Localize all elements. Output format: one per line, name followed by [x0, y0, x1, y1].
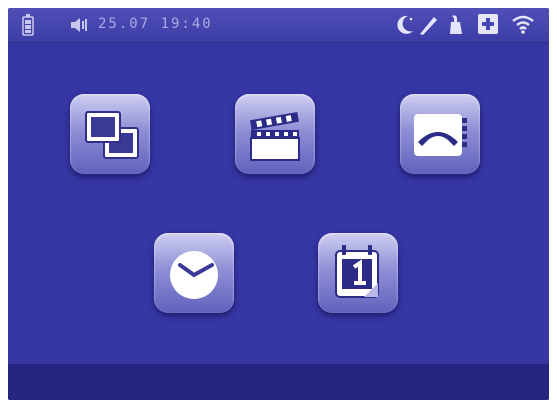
app-clock[interactable] — [154, 233, 234, 313]
app-phonebook[interactable] — [400, 94, 480, 174]
app-calendar[interactable] — [318, 233, 398, 313]
status-bar: 25.07 19:40 — [8, 8, 549, 43]
app-video[interactable] — [235, 94, 315, 174]
bottom-bar — [8, 364, 549, 400]
wifi-icon[interactable] — [511, 14, 535, 38]
edit-icon[interactable] — [418, 14, 438, 40]
device-screen: 25.07 19:40 — [8, 8, 549, 400]
speaker-volume-icon — [70, 16, 90, 38]
medical-cross-icon[interactable] — [478, 14, 498, 38]
battery-icon — [22, 14, 34, 40]
status-datetime: 25.07 19:40 — [98, 16, 213, 32]
app-grid — [8, 43, 549, 361]
app-photo-gallery[interactable] — [70, 94, 150, 174]
night-mode-icon[interactable] — [394, 13, 416, 41]
intercom-handset-icon[interactable] — [448, 14, 464, 40]
